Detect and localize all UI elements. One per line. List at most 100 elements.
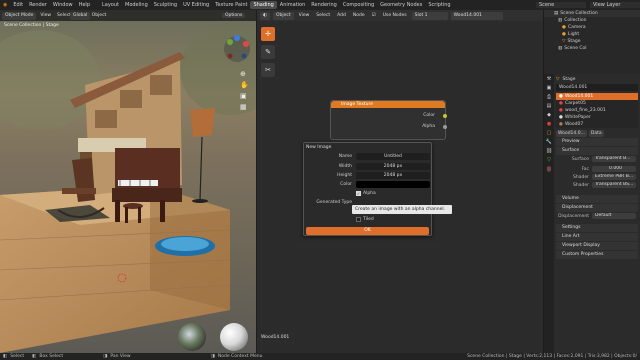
section-volume[interactable]: Volume (556, 195, 638, 203)
surface-shader-field[interactable]: Transparent B... (592, 156, 636, 162)
alpha-checkbox-row[interactable]: ✓ Alpha (356, 191, 376, 196)
color-swatch[interactable] (356, 181, 430, 188)
outliner-root[interactable]: ▤ Scene Collection (544, 10, 640, 17)
tiled-label: Tiled (363, 217, 374, 222)
displacement-field[interactable]: Default (592, 213, 636, 219)
section-line-art[interactable]: Line Art (556, 233, 638, 241)
section-surface[interactable]: Surface (556, 147, 638, 155)
node-menu-add[interactable]: Add (335, 13, 348, 18)
material-tab-icon[interactable]: ◎ (546, 166, 552, 172)
surface-row: Surface Transparent B... (556, 155, 638, 163)
menu-edit[interactable]: Edit (10, 2, 26, 8)
material-name-field[interactable]: Wood14.001 (556, 84, 638, 91)
zoom-icon[interactable]: ⊕ (240, 70, 249, 78)
tool-tab-icon[interactable]: ⚒ (547, 76, 551, 82)
modifier-tab-icon[interactable]: 🔧 (546, 139, 552, 145)
section-custom-properties[interactable]: Custom Properties (556, 251, 638, 259)
node-menu-view[interactable]: View (297, 13, 312, 18)
shader1-field[interactable]: Extreme PBR B... (592, 174, 636, 180)
outliner-item-stage[interactable]: ▽ Stage (544, 38, 640, 45)
menu-help[interactable]: Help (76, 2, 93, 8)
camera-view-icon[interactable]: ▣ (240, 92, 249, 100)
menu-window[interactable]: Window (50, 2, 76, 8)
material-datablock-field[interactable]: Wood14.0... (556, 130, 587, 137)
scene-tab-icon[interactable]: ◆ (547, 112, 551, 118)
tiled-checkbox-row[interactable]: Tiled (356, 217, 374, 222)
tab-sculpting[interactable]: Sculpting (151, 1, 180, 9)
tab-compositing[interactable]: Compositing (340, 1, 377, 9)
annotate-tool-icon[interactable]: ✎ (261, 45, 275, 59)
section-preview[interactable]: Preview (556, 138, 638, 146)
material-slot[interactable]: ● Carpet05 (556, 100, 638, 107)
object-tab-icon[interactable]: ▢ (547, 130, 552, 136)
tab-modeling[interactable]: Modeling (122, 1, 151, 9)
link-data-selector[interactable]: Data (588, 130, 604, 137)
properties-content: ▽ Stage Wood14.001 ● Wood14.001 ● Carpet05… (556, 76, 638, 259)
tab-scripting[interactable]: Scripting (425, 1, 453, 9)
data-tab-icon[interactable]: ▽ (547, 157, 551, 163)
tab-layout[interactable]: Layout (99, 1, 122, 9)
material-slot[interactable]: ● wood_fine_23.001 (556, 107, 638, 114)
properties-tabs: ⚒ ▣ ⎙ ▤ ◆ ● ▢ 🔧 ⛓ ▽ ◎ (544, 74, 554, 353)
ok-button[interactable]: OK (306, 227, 429, 235)
select-tool-icon[interactable]: ✛ (261, 27, 275, 41)
alpha-label: Alpha (363, 191, 376, 196)
section-displacement[interactable]: Displacement (556, 204, 638, 212)
tab-shading[interactable]: Shading (250, 1, 277, 9)
section-viewport-display[interactable]: Viewport Display (556, 242, 638, 250)
color-output-socket[interactable] (443, 114, 447, 118)
material-slot-active[interactable]: ● Wood14.001 (556, 93, 638, 100)
constraint-tab-icon[interactable]: ⛓ (546, 148, 552, 154)
viewport-menu-object[interactable]: Object (90, 13, 109, 18)
material-slot-list[interactable]: ● Wood14.001 ● Carpet05 ● wood_fine_23.001 … (556, 93, 638, 128)
alpha-checkbox[interactable]: ✓ (356, 191, 361, 196)
outliner-item-scene-col[interactable]: ▥ Scene Col (544, 45, 640, 52)
fac-field[interactable]: 0.000 (592, 166, 636, 172)
width-field[interactable]: 2048 px (356, 163, 430, 170)
slot-selector[interactable]: Slot 1 (411, 11, 448, 20)
render-tab-icon[interactable]: ▣ (547, 85, 552, 91)
material-sphere-icon: ● (559, 94, 563, 99)
tab-rendering[interactable]: Rendering (308, 1, 340, 9)
shader2-field[interactable]: Transparent BS... (592, 182, 636, 188)
mode-selector[interactable]: Object Mode (2, 11, 37, 20)
outliner-item-collection[interactable]: ▥ Collection (544, 17, 640, 24)
name-field[interactable]: Untitled (356, 153, 430, 160)
alpha-output-socket[interactable] (443, 125, 447, 129)
tab-geometry-nodes[interactable]: Geometry Nodes (377, 1, 425, 9)
perspective-grid-icon[interactable]: ▦ (240, 103, 249, 111)
section-settings[interactable]: Settings (556, 224, 638, 232)
height-field[interactable]: 2048 px (356, 172, 430, 179)
use-nodes-checkbox[interactable]: ☑ (370, 13, 378, 18)
shader-type-selector[interactable]: Object (272, 11, 294, 20)
editor-type-icon[interactable]: ◐ (260, 11, 270, 20)
tab-texture-paint[interactable]: Texture Paint (212, 1, 250, 9)
world-tab-icon[interactable]: ● (547, 121, 551, 127)
tab-uv-editing[interactable]: UV Editing (180, 1, 212, 9)
3d-viewport[interactable]: Object Mode View Select Add Object Globa… (0, 10, 256, 353)
output-tab-icon[interactable]: ⎙ (547, 94, 551, 100)
image-texture-node[interactable]: Image Texture Color Alpha (330, 100, 447, 140)
outliner-item-light[interactable]: ● Light (544, 31, 640, 38)
pan-hand-icon[interactable]: ✋ (240, 81, 249, 89)
tiled-checkbox[interactable] (356, 217, 361, 222)
outliner-item-camera[interactable]: ● Camera (544, 24, 640, 31)
material-selector[interactable]: Wood14.001 (450, 11, 503, 20)
properties-panel[interactable]: ⚒ ▣ ⎙ ▤ ◆ ● ▢ 🔧 ⛓ ▽ ◎ ▽ Stage Wood14.001… (544, 74, 640, 353)
orientation-selector[interactable]: Global (70, 12, 91, 20)
mesh-icon: ▽ (562, 39, 566, 44)
navigation-gizmo[interactable] (222, 34, 252, 64)
material-slot[interactable]: ● WhitePaper (556, 114, 638, 121)
link-cut-tool-icon[interactable]: ✂ (261, 63, 275, 77)
view-layer-tab-icon[interactable]: ▤ (547, 103, 552, 109)
menu-render[interactable]: Render (26, 2, 50, 8)
scene-selector[interactable]: Scene (536, 2, 586, 8)
new-image-dialog[interactable]: New Image Name Untitled Width 2048 px He… (303, 142, 432, 236)
tab-animation[interactable]: Animation (277, 1, 309, 9)
node-menu-select[interactable]: Select (314, 13, 332, 18)
material-slot[interactable]: ● Wood07 (556, 121, 638, 128)
options-button[interactable]: Options (222, 13, 246, 18)
blender-logo-icon[interactable]: ◉ (0, 2, 10, 8)
view-layer-selector[interactable]: View Layer (590, 2, 640, 8)
node-menu-node[interactable]: Node (351, 13, 367, 18)
